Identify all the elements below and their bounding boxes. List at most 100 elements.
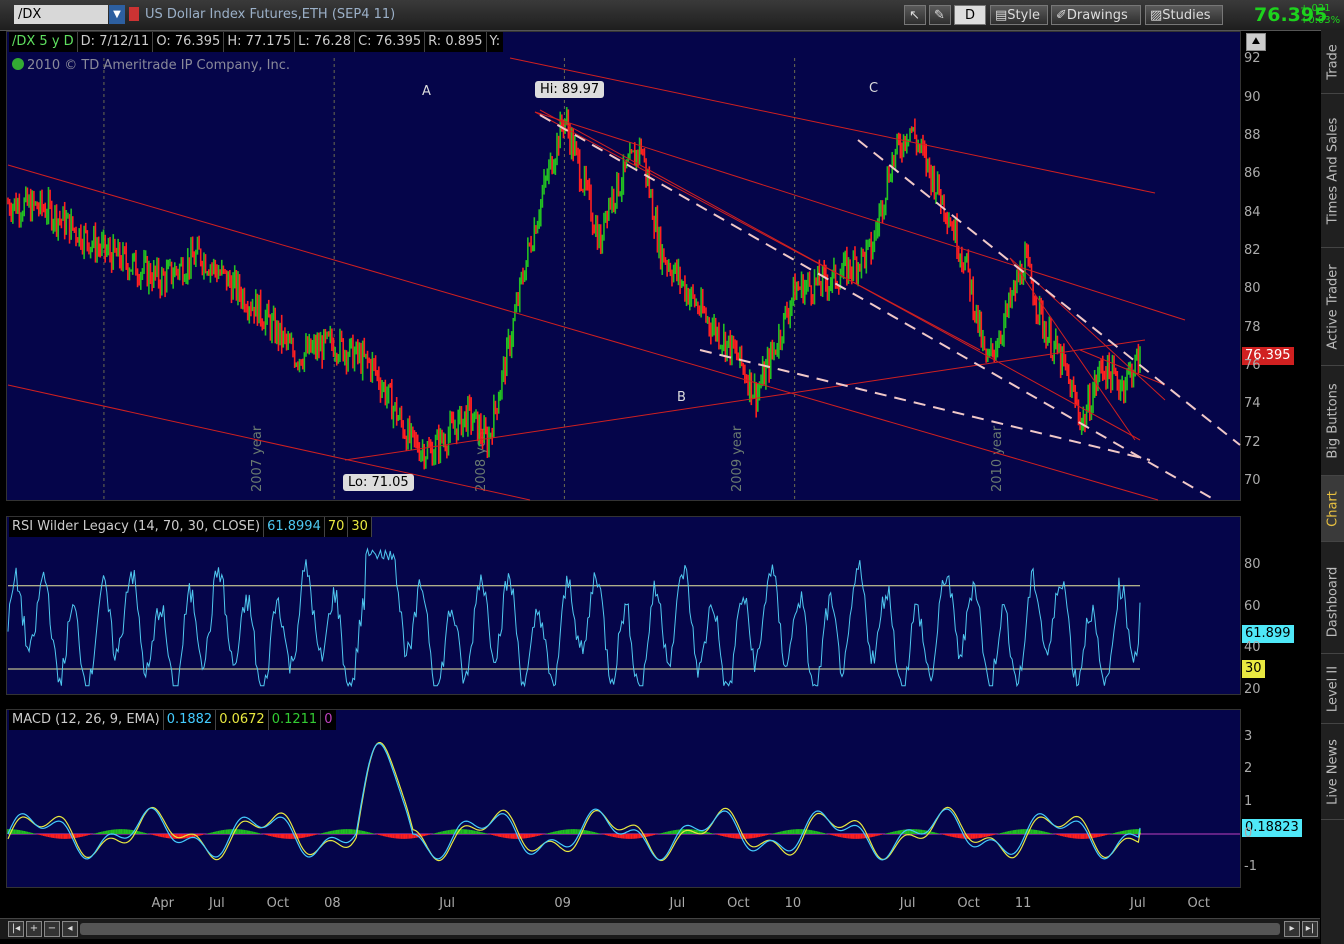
- zoom-out-icon[interactable]: −: [44, 921, 60, 937]
- trendline: [539, 109, 1141, 441]
- channel-line: [539, 114, 1216, 501]
- wave-label-a: A: [422, 84, 431, 99]
- header-close: C: 76.395: [355, 32, 426, 52]
- tab-dashboard[interactable]: Dashboard: [1321, 550, 1344, 654]
- price-tick-label: 86: [1244, 166, 1261, 182]
- trendline: [534, 111, 981, 351]
- price-tick-label: 82: [1244, 242, 1261, 258]
- macd-tick-label: 0: [1244, 826, 1253, 841]
- rsi-level-tag: 30: [1242, 660, 1265, 678]
- price-header: /DX 5 y D D: 7/12/11 O: 76.395 H: 77.175 L: …: [9, 32, 504, 52]
- x-tick-label: Jul: [669, 896, 686, 911]
- scroll-start-icon[interactable]: |◂: [8, 921, 24, 937]
- tab-chart[interactable]: Chart: [1321, 476, 1344, 542]
- symbol-period: /DX 5 y D: [9, 32, 78, 52]
- macd-header: MACD (12, 26, 9, EMA) 0.1882 0.0672 0.1211 0: [9, 710, 336, 730]
- globe-icon: [12, 58, 24, 70]
- x-tick-label: 10: [784, 896, 802, 911]
- trendline: [7, 384, 531, 501]
- scroll-right-icon[interactable]: ▸: [1284, 921, 1300, 937]
- macd-value: 0.1882: [163, 710, 217, 730]
- macd-tick-label: 3: [1244, 728, 1253, 744]
- zoom-in-icon[interactable]: +: [26, 921, 42, 937]
- rsi-study-name: RSI Wilder Legacy (14, 70, 30, CLOSE): [9, 517, 265, 537]
- tab-label: Level II: [1325, 665, 1340, 712]
- chart-canvas[interactable]: [0, 0, 1344, 944]
- macd-tick-label: -1: [1244, 858, 1257, 874]
- macd-tick-label: 1: [1244, 793, 1253, 809]
- rsi-overbought: 70: [324, 517, 349, 537]
- rsi-tick-label: 20: [1244, 681, 1261, 697]
- tab-times-and-sales[interactable]: Times And Sales: [1321, 94, 1344, 248]
- tab-live-news[interactable]: Live News: [1321, 724, 1344, 820]
- hi-label: Hi: 89.97: [535, 81, 605, 98]
- x-tick-label: 11: [1014, 896, 1032, 911]
- copyright-text: 2010 © TD Ameritrade IP Company, Inc.: [27, 58, 291, 73]
- scroll-thumb[interactable]: [80, 923, 1280, 935]
- x-tick-label: 09: [554, 896, 571, 911]
- channel-line: [699, 349, 1151, 461]
- x-tick-label: Oct: [1187, 896, 1211, 911]
- panel-settings-icon[interactable]: ⛰: [1246, 33, 1266, 51]
- rsi-line: [7, 547, 1141, 688]
- tab-label: Trade: [1325, 43, 1340, 80]
- tab-level-ii[interactable]: Level II: [1321, 654, 1344, 724]
- rsi-value: 61.8994: [264, 517, 325, 537]
- channel-line: [857, 139, 1241, 446]
- macd-zero: 0: [321, 710, 336, 730]
- x-tick-label: Oct: [957, 896, 980, 911]
- trendline: [534, 111, 1186, 321]
- price-tick-label: 80: [1244, 281, 1261, 297]
- x-tick-label: Jul: [209, 896, 225, 911]
- macd-tick-label: 2: [1244, 761, 1253, 776]
- trendline: [7, 164, 1159, 501]
- x-tick-label: Jul: [439, 896, 455, 911]
- x-tick-label: Apr: [151, 896, 174, 911]
- x-tick-label: Oct: [266, 896, 290, 911]
- tab-active-trader[interactable]: Active Trader: [1321, 248, 1344, 366]
- x-tick-label: 08: [324, 896, 341, 911]
- copyright: 2010 © TD Ameritrade IP Company, Inc.: [12, 58, 290, 73]
- side-tab-bar: Trade Times And Sales Active Trader Big …: [1321, 30, 1344, 944]
- tab-trade[interactable]: Trade: [1321, 30, 1344, 94]
- macd-line: [7, 742, 1141, 861]
- wave-label-b: B: [677, 390, 686, 405]
- tab-label: Dashboard: [1325, 566, 1340, 637]
- header-range: R: 0.895: [425, 32, 487, 52]
- price-tick-label: 88: [1244, 127, 1261, 143]
- x-tick-label: Oct: [727, 896, 750, 911]
- lo-label: Lo: 71.05: [343, 474, 414, 491]
- wave-label-c: C: [869, 81, 879, 96]
- macd-study-name: MACD (12, 26, 9, EMA): [9, 710, 164, 730]
- tab-big-buttons[interactable]: Big Buttons: [1321, 366, 1344, 476]
- scroll-end-icon[interactable]: ▸|: [1302, 921, 1318, 937]
- price-tick-label: 92: [1244, 51, 1261, 67]
- x-tick-label: Jul: [899, 896, 916, 911]
- trendline: [1009, 257, 1136, 441]
- header-open: O: 76.395: [153, 32, 225, 52]
- tab-label: Active Trader: [1325, 263, 1340, 350]
- price-tick-label: 72: [1244, 434, 1261, 450]
- tab-label: Live News: [1325, 738, 1340, 805]
- trendline: [509, 57, 1156, 194]
- trendline: [344, 339, 1146, 461]
- rsi-header: RSI Wilder Legacy (14, 70, 30, CLOSE) 61.…: [9, 517, 372, 537]
- header-low: L: 76.28: [295, 32, 356, 52]
- rsi-oversold: 30: [348, 517, 372, 537]
- bottom-scrollbar[interactable]: |◂ + − ◂ ▸ ▸|: [0, 918, 1320, 939]
- price-tick-label: 76: [1244, 357, 1261, 373]
- header-high: H: 77.175: [224, 32, 296, 52]
- price-tick-label: 90: [1244, 89, 1261, 105]
- price-tick-label: 84: [1244, 204, 1261, 220]
- tab-label: Times And Sales: [1325, 117, 1340, 224]
- rsi-tick-label: 40: [1244, 640, 1261, 656]
- tab-label: Big Buttons: [1325, 382, 1340, 459]
- tab-label: Chart: [1325, 490, 1340, 527]
- rsi-tick-label: 60: [1244, 598, 1261, 614]
- macd-signal: 0.0672: [216, 710, 269, 730]
- scroll-left-icon[interactable]: ◂: [62, 921, 78, 937]
- x-tick-label: Jul: [1130, 896, 1146, 911]
- price-tick-label: 70: [1244, 472, 1261, 488]
- price-tick-label: 74: [1244, 396, 1261, 412]
- price-tick-label: 78: [1244, 319, 1261, 335]
